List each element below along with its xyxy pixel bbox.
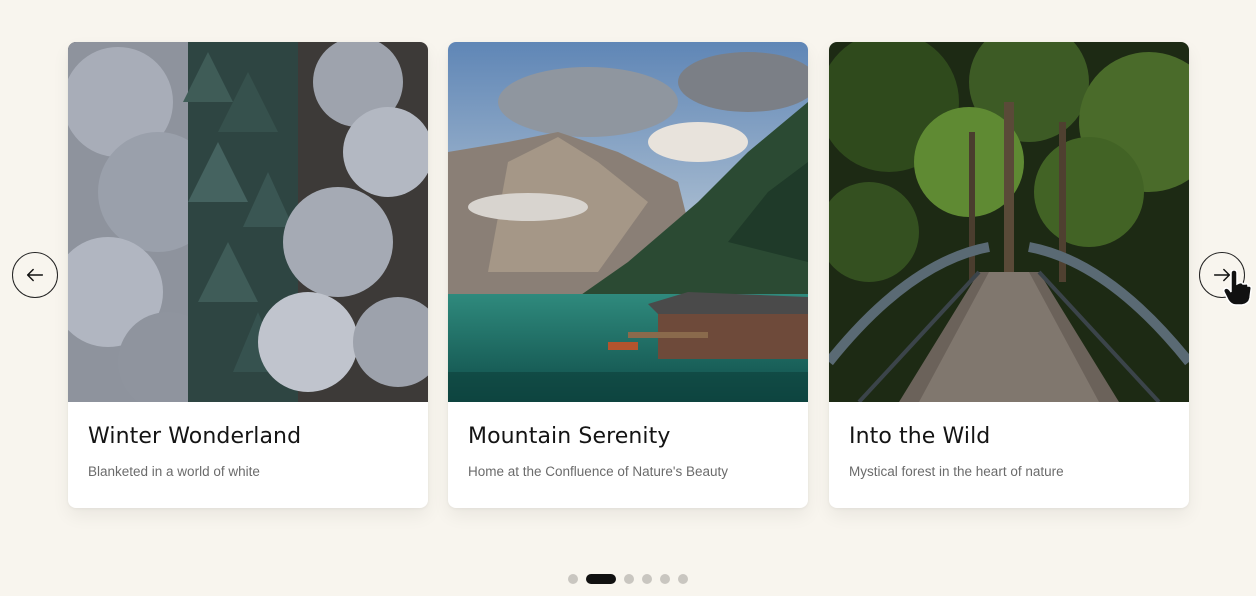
pagination-dot[interactable] — [660, 574, 670, 584]
carousel: Winter Wonderland Blanketed in a world o… — [0, 0, 1256, 596]
card-winter-wonderland[interactable]: Winter Wonderland Blanketed in a world o… — [68, 42, 428, 508]
prev-button[interactable] — [12, 252, 58, 298]
pagination-dots — [0, 574, 1256, 584]
pagination-dot[interactable] — [624, 574, 634, 584]
arrow-left-icon — [26, 268, 44, 282]
mountain-lake-photo — [448, 42, 808, 402]
pagination-dot[interactable] — [568, 574, 578, 584]
card-title: Mountain Serenity — [468, 424, 671, 449]
card-into-the-wild[interactable]: Into the Wild Mystical forest in the hea… — [829, 42, 1189, 508]
card-mountain-serenity[interactable]: Mountain Serenity Home at the Confluence… — [448, 42, 808, 508]
card-subtitle: Blanketed in a world of white — [88, 464, 260, 479]
card-subtitle: Mystical forest in the heart of nature — [849, 464, 1064, 479]
arrow-right-icon — [1213, 268, 1231, 282]
pagination-dot-active[interactable] — [586, 574, 616, 584]
card-title: Into the Wild — [849, 424, 991, 449]
card-subtitle: Home at the Confluence of Nature's Beaut… — [468, 464, 728, 479]
card-title: Winter Wonderland — [88, 424, 302, 449]
pagination-dot[interactable] — [678, 574, 688, 584]
pagination-dot[interactable] — [642, 574, 652, 584]
next-button[interactable] — [1199, 252, 1245, 298]
snowy-forest-photo — [68, 42, 428, 402]
forest-bridge-photo — [829, 42, 1189, 402]
